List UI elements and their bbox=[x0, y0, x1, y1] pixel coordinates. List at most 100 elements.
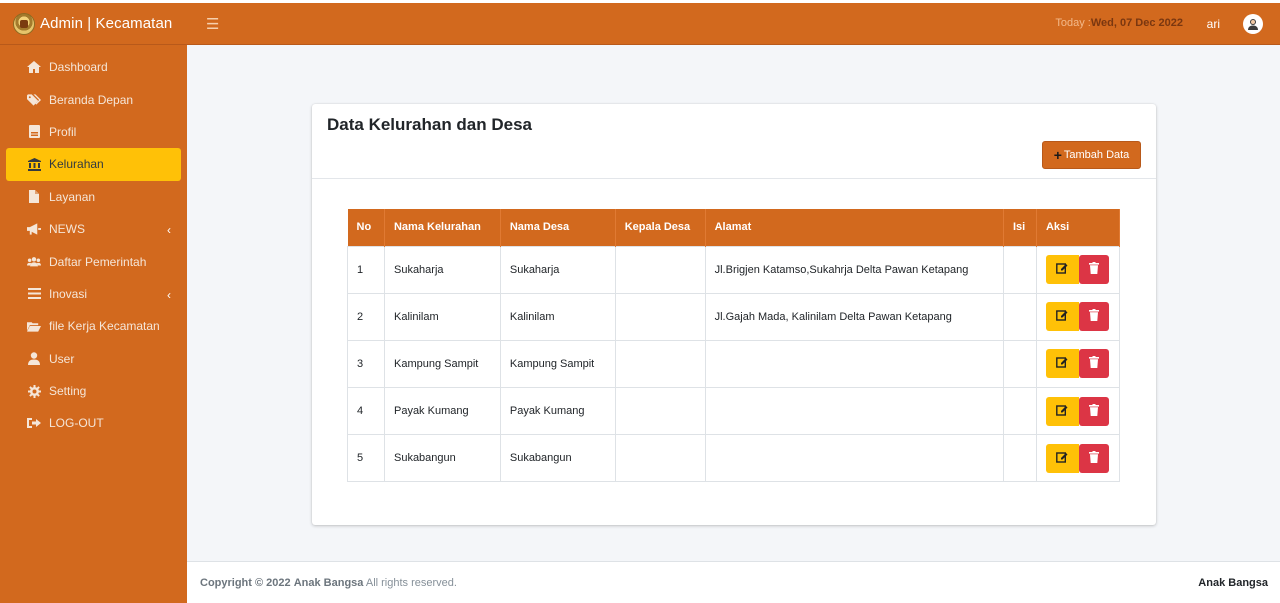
sidebar-item-dashboard[interactable]: Dashboard bbox=[6, 51, 181, 83]
footer-brand: Anak Bangsa bbox=[1198, 577, 1268, 589]
sidebar-item-daftar-pemerintah[interactable]: Daftar Pemerintah bbox=[6, 245, 181, 277]
tags-icon bbox=[27, 93, 41, 107]
cell-alamat: Jl.Brigjen Katamso,Sukahrja Delta Pawan … bbox=[704, 245, 1004, 294]
delete-button[interactable] bbox=[1078, 349, 1109, 379]
cell-desa: Sukaharja bbox=[499, 245, 616, 294]
cell-desa: Payak Kumang bbox=[499, 387, 616, 436]
sidebar-item-kelurahan[interactable]: Kelurahan bbox=[6, 148, 181, 181]
sidebar-item-label: User bbox=[49, 351, 75, 366]
delete-button[interactable] bbox=[1078, 396, 1109, 426]
trash-icon bbox=[1088, 309, 1099, 324]
cell-no: 1 bbox=[347, 245, 385, 294]
cell-aksi bbox=[1035, 434, 1121, 483]
sidebar-item-user[interactable]: User bbox=[6, 343, 181, 375]
username[interactable]: ari bbox=[1207, 17, 1220, 31]
add-data-label: Tambah Data bbox=[1063, 149, 1130, 161]
sidebar-item-label: Profil bbox=[49, 124, 77, 139]
cell-kelurahan: Kalinilam bbox=[383, 292, 501, 341]
cell-no: 2 bbox=[347, 292, 385, 341]
sidebar-item-layanan[interactable]: Layanan bbox=[6, 181, 181, 213]
edit-button[interactable] bbox=[1045, 349, 1079, 379]
cell-aksi bbox=[1035, 245, 1121, 294]
kelurahan-table: No Nama Kelurahan Nama Desa Kepala Desa … bbox=[347, 209, 1121, 483]
sidebar-item-label: Setting bbox=[49, 384, 87, 399]
card-divider bbox=[312, 178, 1156, 179]
cell-no: 3 bbox=[347, 339, 385, 389]
row-actions bbox=[1045, 255, 1110, 285]
sidebar-nav: Dashboard Beranda Depan Profil Kelurahan Lay… bbox=[0, 45, 187, 440]
edit-icon bbox=[1056, 356, 1068, 371]
sidebar: Admin | Kecamatan Dashboard Beranda Depan… bbox=[0, 3, 187, 603]
cell-no: 5 bbox=[347, 434, 385, 483]
sidebar-item-setting[interactable]: Setting bbox=[6, 375, 181, 407]
cell-isi bbox=[1002, 245, 1037, 294]
edit-icon bbox=[1056, 309, 1068, 324]
sidebar-item-beranda-depan[interactable]: Beranda Depan bbox=[6, 83, 181, 115]
chevron-left-icon: ‹ bbox=[167, 223, 171, 238]
edit-button[interactable] bbox=[1045, 396, 1079, 426]
trash-icon bbox=[1088, 403, 1099, 419]
delete-button[interactable] bbox=[1078, 255, 1109, 285]
cell-isi bbox=[1002, 434, 1037, 483]
edit-button[interactable] bbox=[1045, 302, 1079, 332]
user-avatar-icon[interactable] bbox=[1243, 14, 1263, 34]
today-value: Wed, 07 Dec 2022 bbox=[1090, 17, 1183, 29]
sidebar-item-profil[interactable]: Profil bbox=[6, 116, 181, 148]
bullhorn-icon bbox=[27, 222, 41, 236]
cell-isi bbox=[1002, 387, 1037, 436]
table-header-row: No Nama Kelurahan Nama Desa Kepala Desa … bbox=[347, 209, 1121, 246]
row-actions bbox=[1045, 349, 1110, 379]
sidebar-item-label: Beranda Depan bbox=[49, 92, 134, 107]
cell-isi bbox=[1002, 339, 1037, 389]
delete-button[interactable] bbox=[1078, 443, 1109, 473]
add-data-button[interactable]: + Tambah Data bbox=[1042, 141, 1141, 169]
id-card-icon bbox=[27, 125, 41, 139]
col-alamat: Alamat bbox=[705, 209, 1004, 246]
cell-no: 4 bbox=[347, 387, 385, 436]
list-icon bbox=[27, 287, 41, 301]
data-card: Data Kelurahan dan Desa + Tambah Data No… bbox=[312, 104, 1156, 525]
cell-kepala bbox=[614, 434, 706, 483]
home-icon bbox=[27, 60, 41, 74]
delete-button[interactable] bbox=[1078, 302, 1109, 332]
table-row: 2 Kalinilam Kalinilam Jl.Gajah Mada, Kalini… bbox=[347, 292, 1121, 341]
cell-alamat: Jl.Gajah Mada, Kalinilam Delta Pawan Ket… bbox=[704, 292, 1004, 341]
cell-kelurahan: Sukaharja bbox=[383, 245, 501, 294]
sidebar-item-label: Dashboard bbox=[49, 60, 108, 75]
copyright-prefix: Copyright © 2022 bbox=[200, 577, 291, 589]
col-nama-desa: Nama Desa bbox=[500, 209, 616, 246]
cell-desa: Kampung Sampit bbox=[499, 339, 616, 389]
table-row: 3 Kampung Sampit Kampung Sampit bbox=[347, 339, 1121, 389]
copyright-brand[interactable]: Anak Bangsa bbox=[294, 577, 364, 589]
trash-icon bbox=[1088, 262, 1099, 277]
brand-link[interactable]: Admin | Kecamatan bbox=[0, 3, 187, 45]
sidebar-item-label: NEWS bbox=[49, 222, 85, 237]
hamburger-icon[interactable]: ☰ bbox=[206, 15, 219, 33]
cell-kepala bbox=[614, 339, 706, 389]
edit-button[interactable] bbox=[1045, 255, 1079, 285]
edit-button[interactable] bbox=[1045, 443, 1079, 473]
landmark-icon bbox=[27, 157, 41, 171]
sidebar-item-news[interactable]: NEWS ‹ bbox=[6, 213, 181, 245]
edit-icon bbox=[1056, 451, 1068, 466]
cell-kepala bbox=[614, 292, 706, 341]
cell-alamat bbox=[704, 387, 1004, 436]
copyright-suffix: All rights reserved. bbox=[365, 577, 457, 589]
sidebar-item-file-kerja-kecamatan[interactable]: file Kerja Kecamatan bbox=[6, 310, 181, 342]
sidebar-item-label: Inovasi bbox=[49, 286, 88, 301]
file-icon bbox=[27, 190, 41, 204]
col-isi: Isi bbox=[1003, 209, 1037, 246]
col-nama-kelurahan: Nama Kelurahan bbox=[384, 209, 501, 246]
trash-icon bbox=[1088, 450, 1099, 466]
sidebar-item-log-out[interactable]: LOG-OUT bbox=[6, 407, 181, 439]
row-actions bbox=[1045, 302, 1110, 332]
sign-out-icon bbox=[27, 416, 41, 430]
row-actions bbox=[1045, 443, 1110, 473]
sidebar-item-label: Layanan bbox=[49, 189, 96, 204]
cell-aksi bbox=[1035, 387, 1121, 436]
sidebar-item-inovasi[interactable]: Inovasi ‹ bbox=[6, 278, 181, 310]
sidebar-item-label: file Kerja Kecamatan bbox=[49, 319, 160, 334]
cell-isi bbox=[1002, 292, 1037, 341]
chevron-left-icon: ‹ bbox=[167, 287, 171, 302]
copyright: Copyright © 2022 Anak Bangsa All rights … bbox=[200, 577, 457, 589]
